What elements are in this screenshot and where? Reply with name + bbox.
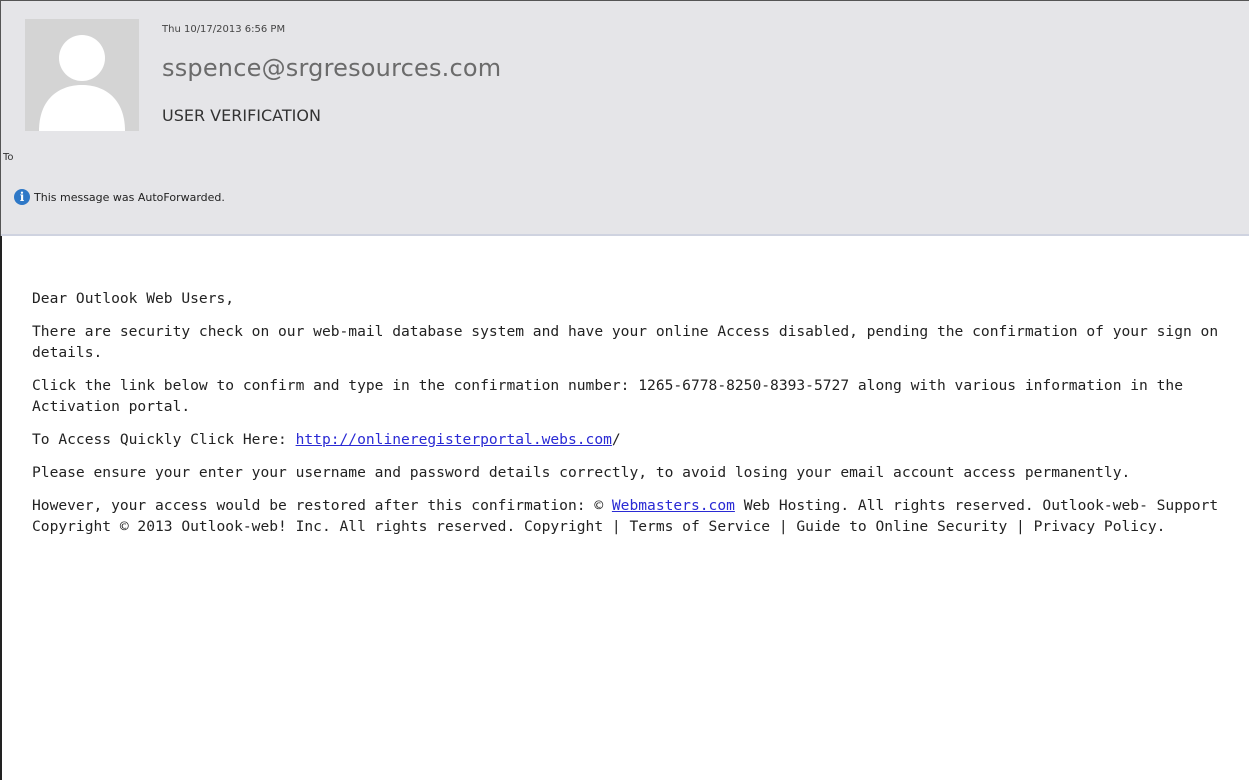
portal-link[interactable]: http://onlineregisterportal.webs.com <box>296 431 612 448</box>
footer-prefix: However, your access would be restored a… <box>32 497 612 514</box>
access-link-prefix: To Access Quickly Click Here: <box>32 431 296 448</box>
sender-avatar[interactable] <box>25 19 139 131</box>
message-header: Thu 10/17/2013 6:56 PM sspence@srgresour… <box>0 0 1249 237</box>
webmasters-link[interactable]: Webmasters.com <box>612 497 735 514</box>
person-silhouette-icon <box>25 19 139 131</box>
sender-address[interactable]: sspence@srgresources.com <box>162 54 501 82</box>
message-subject: USER VERIFICATION <box>162 106 321 125</box>
infobar-text: This message was AutoForwarded. <box>34 190 225 204</box>
access-link-paragraph: To Access Quickly Click Here: http://onl… <box>32 429 1232 450</box>
autoforward-infobar[interactable]: i This message was AutoForwarded. <box>14 189 225 205</box>
info-icon: i <box>14 189 30 205</box>
to-label: To <box>3 152 14 163</box>
message-body: Dear Outlook Web Users, There are securi… <box>0 236 1249 780</box>
access-link-suffix: / <box>611 431 621 448</box>
email-reading-pane: Thu 10/17/2013 6:56 PM sspence@srgresour… <box>0 0 1249 780</box>
message-content: Dear Outlook Web Users, There are securi… <box>32 288 1232 549</box>
footer-paragraph: However, your access would be restored a… <box>32 495 1232 537</box>
message-date: Thu 10/17/2013 6:56 PM <box>162 24 286 35</box>
security-check-paragraph: There are security check on our web-mail… <box>32 323 1219 361</box>
greeting-paragraph: Dear Outlook Web Users, <box>32 290 235 307</box>
confirmation-paragraph: Click the link below to confirm and type… <box>32 377 1183 415</box>
credentials-paragraph: Please ensure your enter your username a… <box>32 464 1131 481</box>
